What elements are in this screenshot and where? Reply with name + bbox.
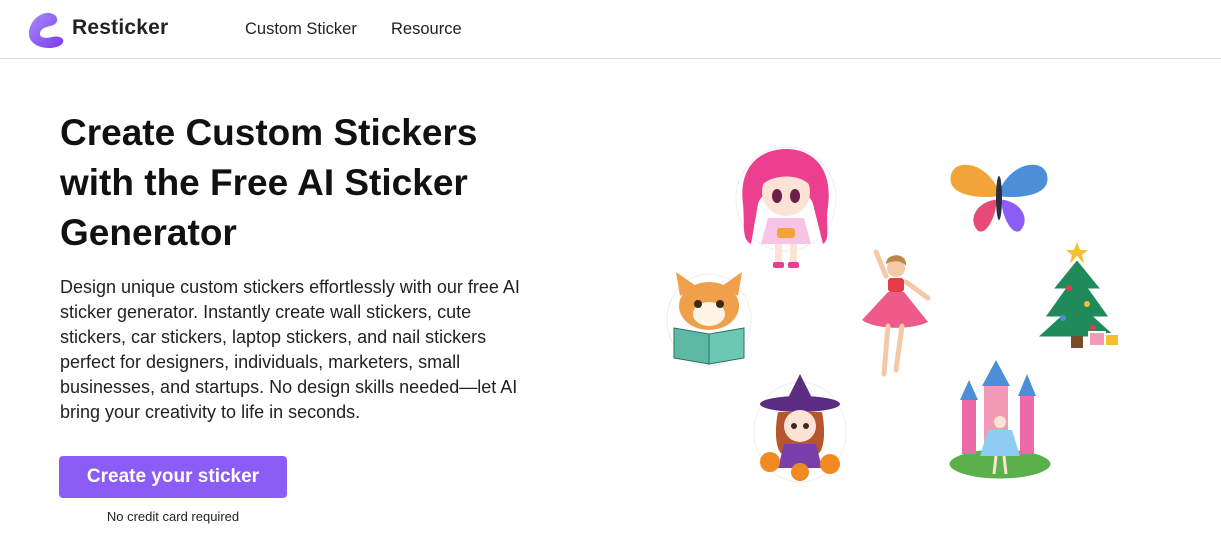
cat-reading-sticker xyxy=(666,272,752,367)
hero-description: Design unique custom stickers effortless… xyxy=(60,277,520,422)
christmas-tree-sticker xyxy=(1033,242,1123,348)
castle-princess-sticker xyxy=(946,360,1054,482)
resticker-logo-icon[interactable] xyxy=(24,9,68,49)
brand-name[interactable]: Resticker xyxy=(72,16,168,40)
nav-resource[interactable]: Resource xyxy=(391,20,462,39)
no-credit-card-note: No credit card required xyxy=(106,509,240,524)
top-navbar: Resticker Custom Sticker Resource xyxy=(0,0,1221,59)
pink-hair-girl-sticker xyxy=(735,146,837,268)
nav-custom-sticker[interactable]: Custom Sticker xyxy=(245,20,357,39)
butterfly-sticker xyxy=(947,161,1051,235)
dancer-sticker xyxy=(862,249,931,377)
witch-girl-sticker xyxy=(753,374,847,483)
create-sticker-button[interactable]: Create your sticker xyxy=(59,456,287,498)
hero-title: Create Custom Stickers with the Free AI … xyxy=(60,112,478,253)
